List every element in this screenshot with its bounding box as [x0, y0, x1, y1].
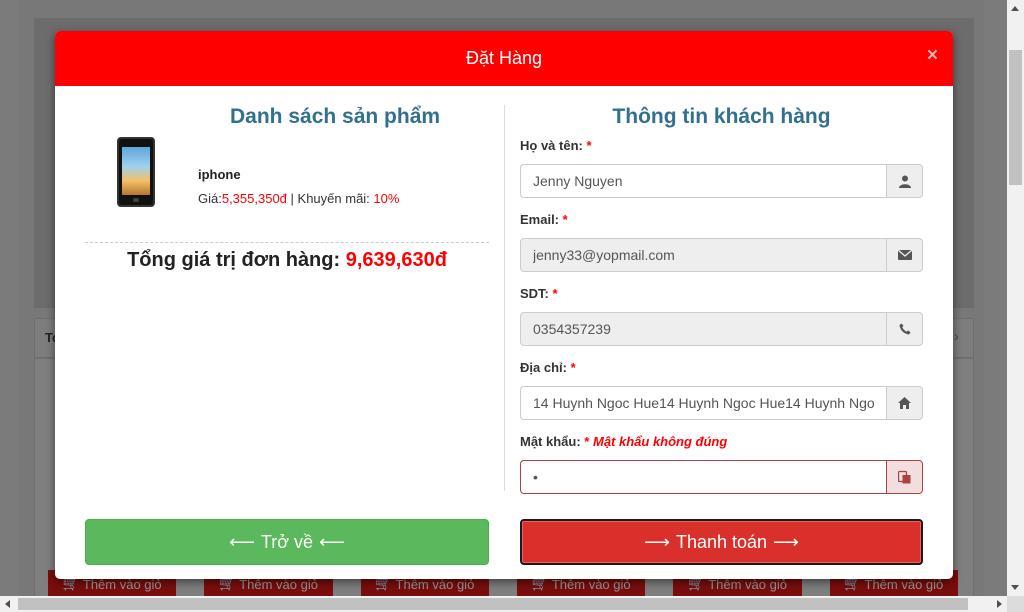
arrow-right-icon: ⟶: [644, 531, 670, 552]
required-marker: *: [552, 286, 558, 301]
price-label: Giá:: [198, 191, 222, 206]
product-name: iphone: [198, 167, 241, 182]
close-icon[interactable]: ×: [927, 45, 938, 67]
discount-label: Khuyến mãi:: [297, 191, 374, 206]
home-icon: [886, 386, 923, 420]
paste-icon: [886, 460, 923, 494]
phone-input[interactable]: [520, 312, 886, 346]
product-price-line: Giá:5,355,350đ | Khuyến mãi: 10%: [198, 191, 399, 206]
arrow-right-icon: ⟶: [773, 531, 799, 552]
product-price: 5,355,350đ: [221, 191, 287, 206]
password-input[interactable]: [520, 460, 886, 494]
address-input[interactable]: [520, 386, 886, 420]
phone-product-image: [117, 137, 155, 207]
phone-label-text: SDT:: [520, 286, 549, 301]
product-item: iphone Giá:5,355,350đ | Khuyến mãi: 10%: [85, 129, 489, 211]
phone-home-button: [133, 198, 139, 202]
back-button[interactable]: ⟵ Trở về ⟵: [85, 519, 489, 565]
phone-field-group: SDT: *: [520, 286, 923, 346]
horizontal-scrollbar[interactable]: [0, 596, 1007, 612]
required-marker: *: [562, 212, 568, 227]
price-separator: |: [286, 191, 298, 206]
product-list-panel: Danh sách sản phẩm iphone Giá:5,355,350đ…: [85, 105, 489, 272]
email-label: Email: *: [520, 212, 923, 231]
address-input-group: [520, 386, 923, 420]
phone-icon: [886, 312, 923, 346]
password-input-group: [520, 460, 923, 494]
scroll-down-icon[interactable]: [1011, 585, 1019, 590]
email-input-group: [520, 238, 923, 272]
arrow-left-icon: ⟵: [319, 531, 345, 552]
scroll-right-icon[interactable]: [997, 600, 1002, 608]
product-list-title: Danh sách sản phẩm: [230, 105, 441, 128]
required-marker: *: [584, 434, 590, 449]
address-field-group: Địa chỉ: *: [520, 360, 923, 420]
order-total-label: Tổng giá trị đơn hàng:: [127, 249, 346, 271]
vertical-scrollbar[interactable]: [1007, 0, 1024, 596]
name-input-group: [520, 164, 923, 198]
column-divider: [504, 105, 505, 491]
email-field-group: Email: *: [520, 212, 923, 272]
checkout-button[interactable]: ⟶ Thanh toán ⟶: [520, 519, 923, 565]
envelope-icon: [886, 238, 923, 272]
divider: [85, 242, 489, 243]
phone-input-group: [520, 312, 923, 346]
address-label: Địa chỉ: *: [520, 360, 923, 379]
product-discount: 10%: [373, 191, 400, 206]
horizontal-scroll-thumb[interactable]: [18, 598, 968, 610]
name-label: Họ và tên: *: [520, 138, 923, 157]
order-modal: Đặt Hàng × Danh sách sản phẩm iphone Giá…: [55, 31, 953, 579]
phone-screen: [122, 147, 150, 195]
modal-title: Đặt Hàng: [465, 48, 543, 68]
vertical-scroll-thumb[interactable]: [1009, 50, 1022, 185]
password-error-message: Mật khẩu không đúng: [592, 434, 728, 449]
order-total-value: 9,639,630đ: [345, 249, 447, 271]
customer-info-title: Thông tin khách hàng: [612, 105, 831, 128]
customer-info-panel: Thông tin khách hàng Họ và tên: * Email:…: [520, 105, 923, 494]
name-field-group: Họ và tên: *: [520, 138, 923, 198]
phone-label: SDT: *: [520, 286, 923, 305]
scrollbar-corner: [1007, 596, 1024, 612]
email-label-text: Email:: [520, 212, 560, 227]
password-label: Mật khẩu: * Mật khẩu không đúng: [520, 434, 923, 453]
required-marker: *: [570, 360, 576, 375]
name-input[interactable]: [520, 164, 886, 198]
address-label-text: Địa chỉ:: [520, 360, 567, 375]
required-marker: *: [586, 138, 592, 153]
scroll-left-icon[interactable]: [5, 600, 10, 608]
checkout-button-label: Thanh toán: [675, 531, 768, 552]
arrow-left-icon: ⟵: [229, 531, 255, 552]
back-button-label: Trở về: [260, 531, 314, 552]
name-label-text: Họ và tên:: [520, 138, 583, 153]
order-total: Tổng giá trị đơn hàng: 9,639,630đ: [85, 249, 489, 272]
chevron-right-icon: ›: [954, 328, 959, 344]
password-label-text: Mật khẩu:: [520, 434, 581, 449]
email-input[interactable]: [520, 238, 886, 272]
scroll-up-icon[interactable]: [1011, 6, 1019, 11]
modal-header: Đặt Hàng ×: [55, 31, 953, 86]
password-field-group: Mật khẩu: * Mật khẩu không đúng: [520, 434, 923, 494]
user-icon: [886, 164, 923, 198]
